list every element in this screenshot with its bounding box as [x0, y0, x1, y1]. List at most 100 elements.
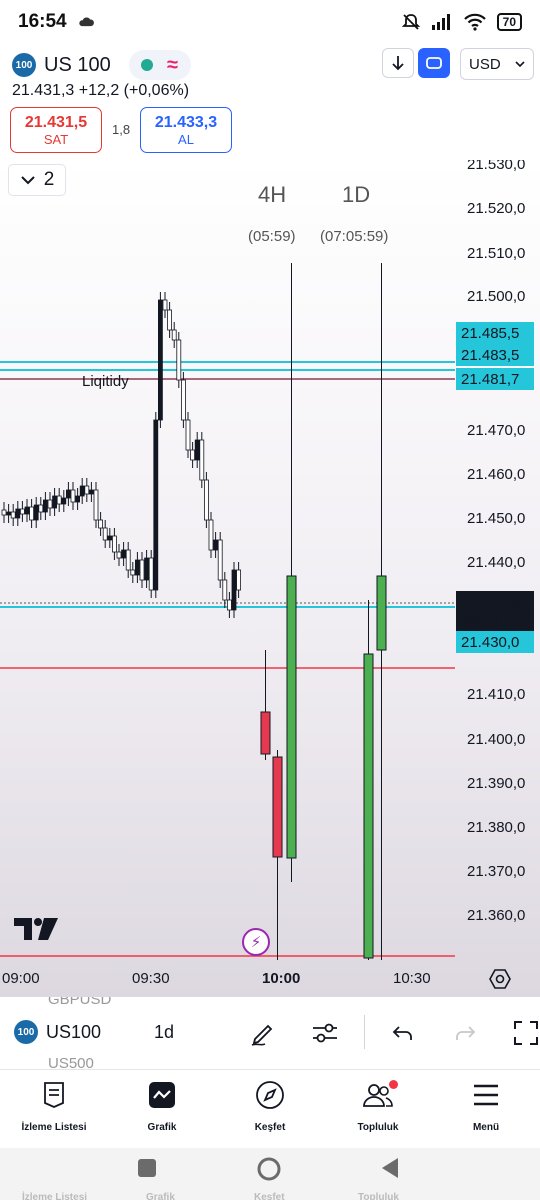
liquidity-annotation: Liqitidy	[82, 373, 129, 390]
price-row: 21.431,3 +12,2 (+0,06%)	[12, 82, 189, 100]
buy-button[interactable]: 21.433,3 AL	[140, 107, 232, 153]
candle-body	[84, 485, 90, 495]
indicator-settings-button[interactable]	[309, 1017, 341, 1049]
fullscreen-icon	[514, 1021, 538, 1045]
system-nav-bar: İzleme Listesi Grafik Keşfet Topluluk	[0, 1148, 540, 1200]
sell-button[interactable]: 21.431,5 SAT	[10, 107, 102, 153]
redo-button[interactable]	[450, 1017, 482, 1049]
candle-body	[93, 489, 99, 521]
home-button[interactable]	[256, 1156, 282, 1182]
candle-body	[180, 379, 186, 421]
nav-item-chart[interactable]: Grafik	[108, 1078, 216, 1133]
candle-body	[144, 557, 150, 581]
buy-price: 21.433,3	[154, 113, 218, 131]
community-icon	[362, 1078, 398, 1112]
tradingview-logo	[14, 918, 58, 940]
candle-body	[194, 439, 200, 461]
candle-body	[217, 539, 223, 581]
symbol-name[interactable]: US 100	[44, 54, 111, 77]
price-axis-label: 21.380,0	[467, 819, 525, 836]
chart-icon	[148, 1078, 176, 1112]
collapse-indicators-button[interactable]: 2	[8, 164, 66, 196]
candle-body	[125, 549, 131, 571]
undo-button[interactable]	[386, 1017, 418, 1049]
time-label: 10:00	[262, 970, 301, 987]
time-axis[interactable]: 09:00 09:30 10:00 10:30	[0, 960, 540, 997]
time-label: 09:30	[132, 970, 170, 987]
last-price: 21.431,3	[12, 82, 75, 99]
candle-body	[222, 579, 228, 601]
nav-item-menu[interactable]: Menü	[432, 1078, 540, 1133]
price-axis-label: 21.390,0	[467, 775, 525, 792]
candle-body	[61, 497, 67, 505]
candle-body	[153, 419, 159, 591]
nav-label: Menü	[472, 1122, 500, 1133]
replay-button[interactable]	[418, 48, 450, 78]
lightning-icon[interactable]: ⚡	[242, 928, 270, 956]
price-axis-label: 21.410,0	[467, 686, 525, 703]
candle-body	[199, 439, 205, 481]
nav-item-community[interactable]: Topluluk	[324, 1078, 432, 1133]
compass-icon	[255, 1078, 285, 1112]
timeframe-timer-1d: (07:05:59)	[320, 228, 389, 245]
replay-icon	[426, 57, 442, 69]
nav-label: Keşfet	[254, 1122, 286, 1133]
hexagon-settings-icon[interactable]	[489, 968, 511, 990]
status-bar: 16:54 70	[0, 0, 540, 44]
candle-body	[203, 479, 209, 521]
indicator-count: 2	[43, 169, 55, 190]
bottom-toolbar: GBPUSD US500 100 US100 1d	[0, 997, 540, 1069]
candle-body	[24, 506, 30, 515]
candle-body	[226, 599, 232, 611]
bar-countdown: 00:47	[464, 612, 502, 629]
toolbar-symbol[interactable]: 100 US100	[14, 1020, 101, 1044]
spread-value: 1,8	[112, 122, 131, 137]
candle-body	[38, 504, 44, 513]
nav-item-explore[interactable]: Keşfet	[216, 1078, 324, 1133]
recent-apps-button[interactable]	[137, 1158, 157, 1178]
htf-candle-body	[286, 575, 297, 859]
htf-candle-body	[272, 756, 283, 858]
interval-selector[interactable]: 1d	[154, 1022, 174, 1043]
price-axis-label: 21.500,0	[467, 288, 525, 305]
candle-body	[56, 495, 62, 505]
ghost-nav-label: İzleme Listesi	[22, 1192, 88, 1200]
price-chart[interactable]: 21.540,021.530,021.520,021.510,021.500,0…	[0, 160, 540, 960]
current-price-value: 21.431,3	[464, 593, 522, 610]
watchlist-icon	[42, 1078, 66, 1112]
nav-label: İzleme Listesi	[21, 1122, 87, 1133]
market-status-pill[interactable]: ≈	[128, 50, 191, 80]
symbol-header: 100 US 100 ≈ 21.431,3 +12,2 (+0,06%) USD…	[0, 44, 540, 160]
candle-body	[121, 549, 126, 559]
candle-body	[213, 539, 219, 551]
back-button[interactable]	[380, 1156, 400, 1180]
ghost-symbol-above: GBPUSD	[48, 997, 112, 1008]
timeframe-label-4h: 4H	[258, 182, 287, 207]
currency-select[interactable]: USD	[460, 48, 534, 80]
candle-body	[75, 495, 80, 503]
timeframe-label-1d: 1D	[342, 182, 371, 207]
time-label: 09:00	[2, 970, 40, 987]
fullscreen-button[interactable]	[510, 1017, 540, 1049]
price-axis-label: 21.400,0	[467, 731, 525, 748]
download-button[interactable]	[382, 48, 414, 78]
price-axis-label: 21.450,0	[467, 510, 525, 527]
htf-candle-body	[363, 653, 374, 959]
symbol-row[interactable]: 100 US 100 ≈	[12, 50, 191, 80]
price-tag-label: 21.485,5	[461, 325, 519, 342]
candle-body	[107, 535, 113, 541]
cloud-icon	[78, 17, 94, 27]
buy-label: AL	[178, 131, 194, 147]
notification-dot	[389, 1080, 398, 1089]
candle-body	[134, 559, 140, 576]
nav-item-watchlist[interactable]: İzleme Listesi	[0, 1078, 108, 1133]
status-time: 16:54	[18, 11, 67, 32]
currency-value: USD	[469, 55, 501, 73]
drawing-tool-button[interactable]	[247, 1017, 279, 1049]
candle-body	[130, 569, 136, 576]
price-axis-label: 21.440,0	[467, 554, 525, 571]
candle-body	[43, 499, 48, 513]
chart-area[interactable]: 21.540,021.530,021.520,021.510,021.500,0…	[0, 160, 540, 997]
candle-body	[1, 509, 7, 516]
sell-price: 21.431,5	[24, 113, 88, 131]
